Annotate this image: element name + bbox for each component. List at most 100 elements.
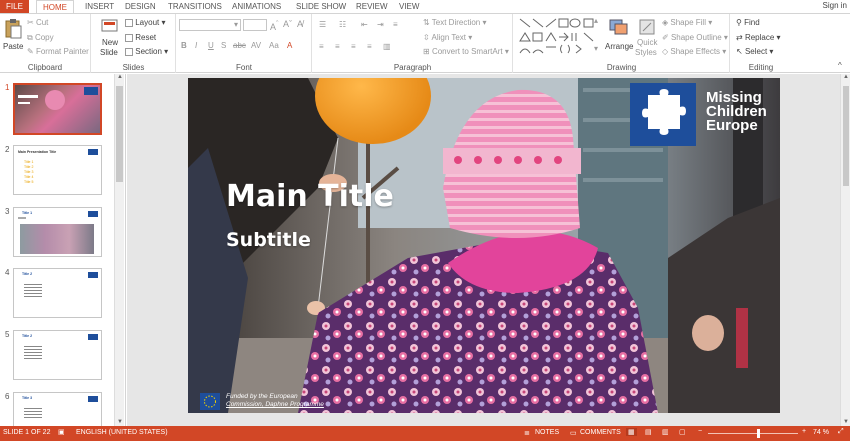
justify-icon[interactable]: ≡ [367, 42, 372, 51]
arrange-button[interactable]: Arrange [605, 42, 633, 51]
columns-icon[interactable]: ▥ [383, 42, 391, 51]
thumb-logo [88, 149, 98, 155]
align-right-icon[interactable]: ≡ [351, 42, 356, 51]
numbering-icon[interactable]: ☷ [339, 20, 346, 29]
editor-scrollbar[interactable]: ▲ ▼ [840, 74, 850, 426]
grow-font-icon[interactable]: Aˆ [270, 19, 279, 32]
slide-sorter-icon[interactable]: ▤ [645, 428, 652, 436]
current-slide[interactable]: Missing Children Europe Main Title Subti… [188, 78, 780, 413]
scroll-down-icon[interactable]: ▼ [843, 419, 849, 425]
zoom-out-icon[interactable]: − [698, 428, 702, 435]
line-spacing-icon[interactable]: ≡ [393, 20, 398, 29]
quick-styles-label[interactable]: Quick [637, 38, 657, 47]
zoom-level[interactable]: 74 % [813, 429, 829, 436]
new-slide-button[interactable] [101, 18, 119, 38]
format-painter-button[interactable]: ✎ Format Painter [27, 47, 89, 56]
italic-button[interactable]: I [195, 41, 197, 50]
sign-in-link[interactable]: Sign in [823, 1, 847, 10]
fit-slide-icon[interactable]: ⤢ [838, 428, 844, 436]
tab-file[interactable]: FILE [0, 0, 29, 14]
decrease-indent-icon[interactable]: ⇤ [361, 20, 368, 29]
slide-thumbnail-4[interactable]: Title 2 [13, 268, 102, 318]
scroll-up-icon[interactable]: ▲ [843, 74, 849, 80]
slide-thumbnail-3[interactable]: Title 1 [13, 207, 102, 257]
tab-design[interactable]: DESIGN [125, 1, 156, 13]
char-spacing-button[interactable]: AV [251, 41, 261, 50]
select-button[interactable]: ↖ Select ▾ [736, 47, 773, 56]
slide-thumbnail-2[interactable]: Main Presentation Title Title 1 Title 2 Ti… [13, 145, 102, 195]
spellcheck-icon[interactable]: ▣ [58, 428, 65, 436]
tab-insert[interactable]: INSERT [85, 1, 114, 13]
align-text-button[interactable]: ⇳ Align Text ▾ [423, 33, 472, 42]
section-label: Section [135, 47, 162, 56]
tab-transitions[interactable]: TRANSITIONS [168, 1, 222, 13]
bold-button[interactable]: B [181, 41, 187, 50]
tab-animations[interactable]: ANIMATIONS [232, 1, 281, 13]
normal-view-icon[interactable]: ▦ [626, 428, 637, 436]
font-color-button[interactable]: A [287, 41, 292, 50]
shadow-button[interactable]: S [221, 41, 226, 50]
slide-thumbnail-1[interactable] [13, 83, 102, 135]
font-size-combo[interactable] [243, 19, 267, 31]
thumb-number: 4 [5, 268, 10, 277]
binoculars-icon: ⚲ [736, 18, 742, 28]
layout-icon [125, 18, 133, 27]
shapes-gallery-icon[interactable] [518, 17, 604, 59]
tab-review[interactable]: REVIEW [356, 1, 388, 13]
change-case-button[interactable]: Aa [269, 41, 279, 50]
tab-slide-show[interactable]: SLIDE SHOW [296, 1, 346, 13]
thumb-photo [20, 224, 94, 254]
slide-thumbnail-5[interactable]: Title 2 [13, 330, 102, 380]
shape-effects-button[interactable]: ◇ Shape Effects ▾ [662, 47, 726, 56]
strikethrough-button[interactable]: abc [233, 41, 246, 50]
notes-button[interactable]: NOTES [535, 429, 559, 436]
slide-subtitle[interactable]: Subtitle [226, 229, 311, 251]
cut-label: Cut [35, 18, 49, 27]
gallery-scroll-icon[interactable]: ▴ [594, 16, 598, 25]
shrink-font-icon[interactable]: Aˇ [283, 19, 292, 29]
slideshow-icon[interactable]: ▢ [679, 428, 686, 436]
replace-button[interactable]: ⇄ Replace ▾ [736, 33, 781, 42]
scroll-down-icon[interactable]: ▼ [117, 419, 123, 425]
section-button[interactable]: Section ▾ [125, 47, 168, 56]
zoom-slider-track[interactable] [708, 433, 798, 434]
language-indicator[interactable]: ENGLISH (UNITED STATES) [76, 429, 168, 436]
cut-button[interactable]: ✂ Cut [27, 18, 48, 27]
slide-title[interactable]: Main Title [226, 179, 394, 214]
thumb-number: 2 [5, 145, 10, 154]
reset-button[interactable]: Reset [125, 33, 156, 42]
align-center-icon[interactable]: ≡ [335, 42, 340, 51]
increase-indent-icon[interactable]: ⇥ [377, 20, 384, 29]
layout-button[interactable]: Layout ▾ [125, 18, 166, 27]
comments-button[interactable]: COMMENTS [580, 429, 621, 436]
thumbnails-scroll-thumb[interactable] [116, 86, 123, 182]
tab-home[interactable]: HOME [36, 0, 74, 14]
slide-thumbnail-6[interactable]: Title 3 [13, 392, 102, 426]
convert-smartart-button[interactable]: ⊞ Convert to SmartArt ▾ [423, 47, 509, 56]
bullets-icon[interactable]: ☰ [319, 20, 326, 29]
thumb-title-bar [18, 95, 38, 98]
thumbnails-scrollbar[interactable]: ▲ ▼ [114, 74, 124, 426]
clipboard-group: Paste ✂ Cut ⧉ Copy ✎ Format Painter Clip… [0, 14, 91, 73]
reading-view-icon[interactable]: ▥ [662, 428, 669, 436]
quick-styles-label-2[interactable]: Styles [635, 48, 657, 57]
gallery-more-icon[interactable]: ▾ [594, 44, 598, 53]
tab-view[interactable]: VIEW [399, 1, 419, 13]
editor-scroll-thumb[interactable] [843, 86, 849, 186]
clear-format-icon[interactable]: A̸ [297, 19, 303, 29]
zoom-in-icon[interactable]: + [802, 428, 806, 435]
collapse-ribbon-icon[interactable]: ^ [838, 61, 842, 70]
paste-button[interactable] [3, 18, 23, 40]
align-left-icon[interactable]: ≡ [319, 42, 324, 51]
underline-button[interactable]: U [208, 41, 214, 50]
find-button[interactable]: ⚲ Find [736, 18, 760, 27]
text-direction-button[interactable]: ⇅ Text Direction ▾ [423, 18, 487, 27]
zoom-slider-thumb[interactable] [757, 429, 760, 438]
scroll-up-icon[interactable]: ▲ [117, 74, 123, 80]
shape-outline-button[interactable]: ✐ Shape Outline ▾ [662, 33, 728, 42]
pen-icon: ✐ [662, 33, 669, 43]
shape-fill-button[interactable]: ◈ Shape Fill ▾ [662, 18, 712, 27]
thumb-logo [88, 211, 98, 217]
font-name-combo[interactable] [179, 19, 241, 31]
copy-button[interactable]: ⧉ Copy [27, 33, 54, 43]
